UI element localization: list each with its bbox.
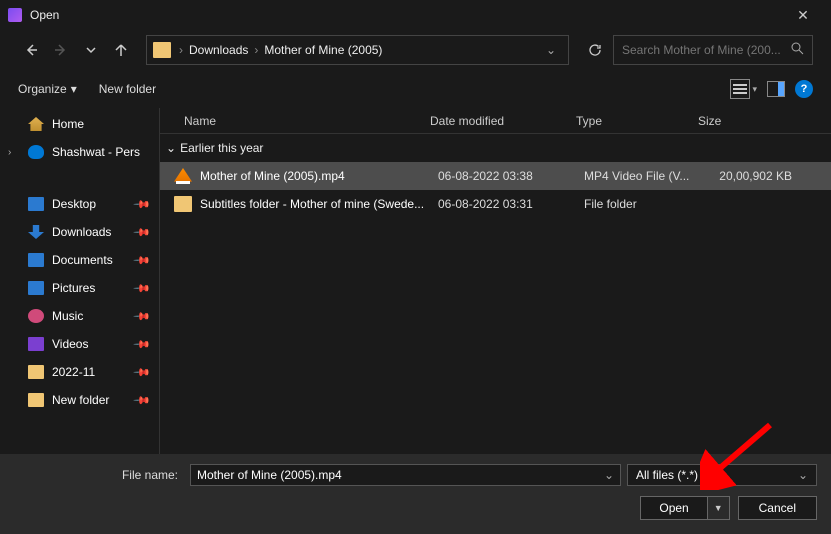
- sidebar-item-label: 2022-11: [52, 365, 95, 379]
- sidebar-item-downloads[interactable]: Downloads 📌: [0, 218, 159, 246]
- sidebar-item-label: Documents: [52, 253, 113, 267]
- help-icon[interactable]: ?: [795, 80, 813, 98]
- address-bar[interactable]: › Downloads › Mother of Mine (2005) ⌄: [146, 35, 569, 65]
- sidebar-item-label: Downloads: [52, 225, 111, 239]
- sidebar-item-label: Desktop: [52, 197, 96, 211]
- sidebar-item-documents[interactable]: Documents 📌: [0, 246, 159, 274]
- pin-icon: 📌: [133, 251, 152, 270]
- sidebar-item-home[interactable]: Home: [0, 110, 159, 138]
- filename-input[interactable]: ⌄: [190, 464, 621, 486]
- file-type-filter[interactable]: All files (*.*) ⌄: [627, 464, 817, 486]
- file-row[interactable]: Mother of Mine (2005).mp4 06-08-2022 03:…: [160, 162, 831, 190]
- sidebar-item-label: Shashwat - Pers: [52, 145, 140, 159]
- chevron-down-icon: ▾: [71, 82, 77, 96]
- cloud-icon: [28, 145, 44, 159]
- chevron-right-icon[interactable]: ›: [8, 147, 11, 158]
- sidebar-item-pictures[interactable]: Pictures 📌: [0, 274, 159, 302]
- sidebar: Home › Shashwat - Pers Desktop 📌 Downloads…: [0, 108, 160, 454]
- file-type: MP4 Video File (V...: [584, 169, 706, 183]
- breadcrumb[interactable]: Mother of Mine (2005): [260, 43, 386, 57]
- file-name: Subtitles folder - Mother of mine (Swede…: [200, 197, 438, 211]
- organize-menu[interactable]: Organize ▾: [18, 82, 77, 96]
- sidebar-item-folder[interactable]: New folder 📌: [0, 386, 159, 414]
- sidebar-item-videos[interactable]: Videos 📌: [0, 330, 159, 358]
- folder-icon: [174, 196, 192, 212]
- download-icon: [28, 225, 44, 239]
- search-input[interactable]: [613, 35, 813, 65]
- file-date: 06-08-2022 03:31: [438, 197, 584, 211]
- pin-icon: 📌: [133, 391, 152, 410]
- preview-pane-button[interactable]: [767, 81, 785, 97]
- music-icon: [28, 309, 44, 323]
- pin-icon: 📌: [133, 195, 152, 214]
- chevron-down-icon[interactable]: ⌄: [540, 43, 562, 57]
- search-field[interactable]: [622, 43, 791, 57]
- folder-icon: [28, 365, 44, 379]
- chevron-right-icon: ›: [177, 43, 185, 57]
- chevron-right-icon: ›: [252, 43, 260, 57]
- pin-icon: 📌: [133, 279, 152, 298]
- column-header-type[interactable]: Type: [576, 114, 698, 128]
- column-header-size[interactable]: Size: [698, 114, 798, 128]
- filename-label: File name:: [14, 468, 184, 482]
- back-button[interactable]: [18, 37, 44, 63]
- file-name: Mother of Mine (2005).mp4: [200, 169, 438, 183]
- pictures-icon: [28, 281, 44, 295]
- chevron-down-icon: ⌄: [798, 468, 808, 482]
- close-icon[interactable]: ✕: [783, 7, 823, 24]
- organize-label: Organize: [18, 82, 67, 96]
- sidebar-item-label: New folder: [52, 393, 109, 407]
- videos-icon: [28, 337, 44, 351]
- open-button[interactable]: Open: [640, 496, 706, 520]
- column-header-date[interactable]: Date modified: [430, 114, 576, 128]
- desktop-icon: [28, 197, 44, 211]
- filter-label: All files (*.*): [636, 468, 698, 482]
- sidebar-item-label: Home: [52, 117, 84, 131]
- folder-icon: [153, 42, 171, 58]
- forward-button[interactable]: [48, 37, 74, 63]
- pin-icon: 📌: [133, 223, 152, 242]
- group-label: Earlier this year: [180, 141, 263, 155]
- chevron-down-icon[interactable]: ⌄: [598, 468, 614, 482]
- sidebar-item-music[interactable]: Music 📌: [0, 302, 159, 330]
- home-icon: [28, 117, 44, 131]
- app-icon: [8, 8, 22, 22]
- cancel-button[interactable]: Cancel: [738, 496, 817, 520]
- video-file-icon: [174, 168, 192, 184]
- window-title: Open: [30, 8, 783, 22]
- search-icon[interactable]: [791, 42, 804, 58]
- up-button[interactable]: [108, 37, 134, 63]
- folder-icon: [28, 393, 44, 407]
- open-dropdown[interactable]: ▼: [707, 496, 730, 520]
- group-header[interactable]: ⌄ Earlier this year: [160, 134, 831, 162]
- recent-dropdown[interactable]: [78, 37, 104, 63]
- sidebar-item-folder[interactable]: 2022-11 📌: [0, 358, 159, 386]
- sidebar-item-label: Videos: [52, 337, 88, 351]
- documents-icon: [28, 253, 44, 267]
- file-date: 06-08-2022 03:38: [438, 169, 584, 183]
- sidebar-item-desktop[interactable]: Desktop 📌: [0, 190, 159, 218]
- pin-icon: 📌: [133, 363, 152, 382]
- sidebar-item-onedrive[interactable]: › Shashwat - Pers: [0, 138, 159, 166]
- breadcrumb[interactable]: Downloads: [185, 43, 252, 57]
- chevron-down-icon: ▾: [752, 84, 757, 95]
- column-header-name[interactable]: Name: [184, 114, 430, 128]
- new-folder-button[interactable]: New folder: [99, 82, 156, 96]
- file-type: File folder: [584, 197, 706, 211]
- pin-icon: 📌: [133, 335, 152, 354]
- file-list: Name Date modified Type Size ⌄ Earlier th…: [160, 108, 831, 454]
- view-mode-button[interactable]: ▾: [730, 79, 757, 99]
- file-row[interactable]: Subtitles folder - Mother of mine (Swede…: [160, 190, 831, 218]
- refresh-button[interactable]: [581, 37, 609, 63]
- sidebar-item-label: Music: [52, 309, 83, 323]
- file-size: 20,00,902 KB: [706, 169, 806, 183]
- pin-icon: 📌: [133, 307, 152, 326]
- sidebar-item-label: Pictures: [52, 281, 95, 295]
- chevron-down-icon: ▼: [714, 503, 723, 513]
- chevron-down-icon: ⌄: [166, 141, 176, 155]
- filename-field[interactable]: [197, 468, 598, 482]
